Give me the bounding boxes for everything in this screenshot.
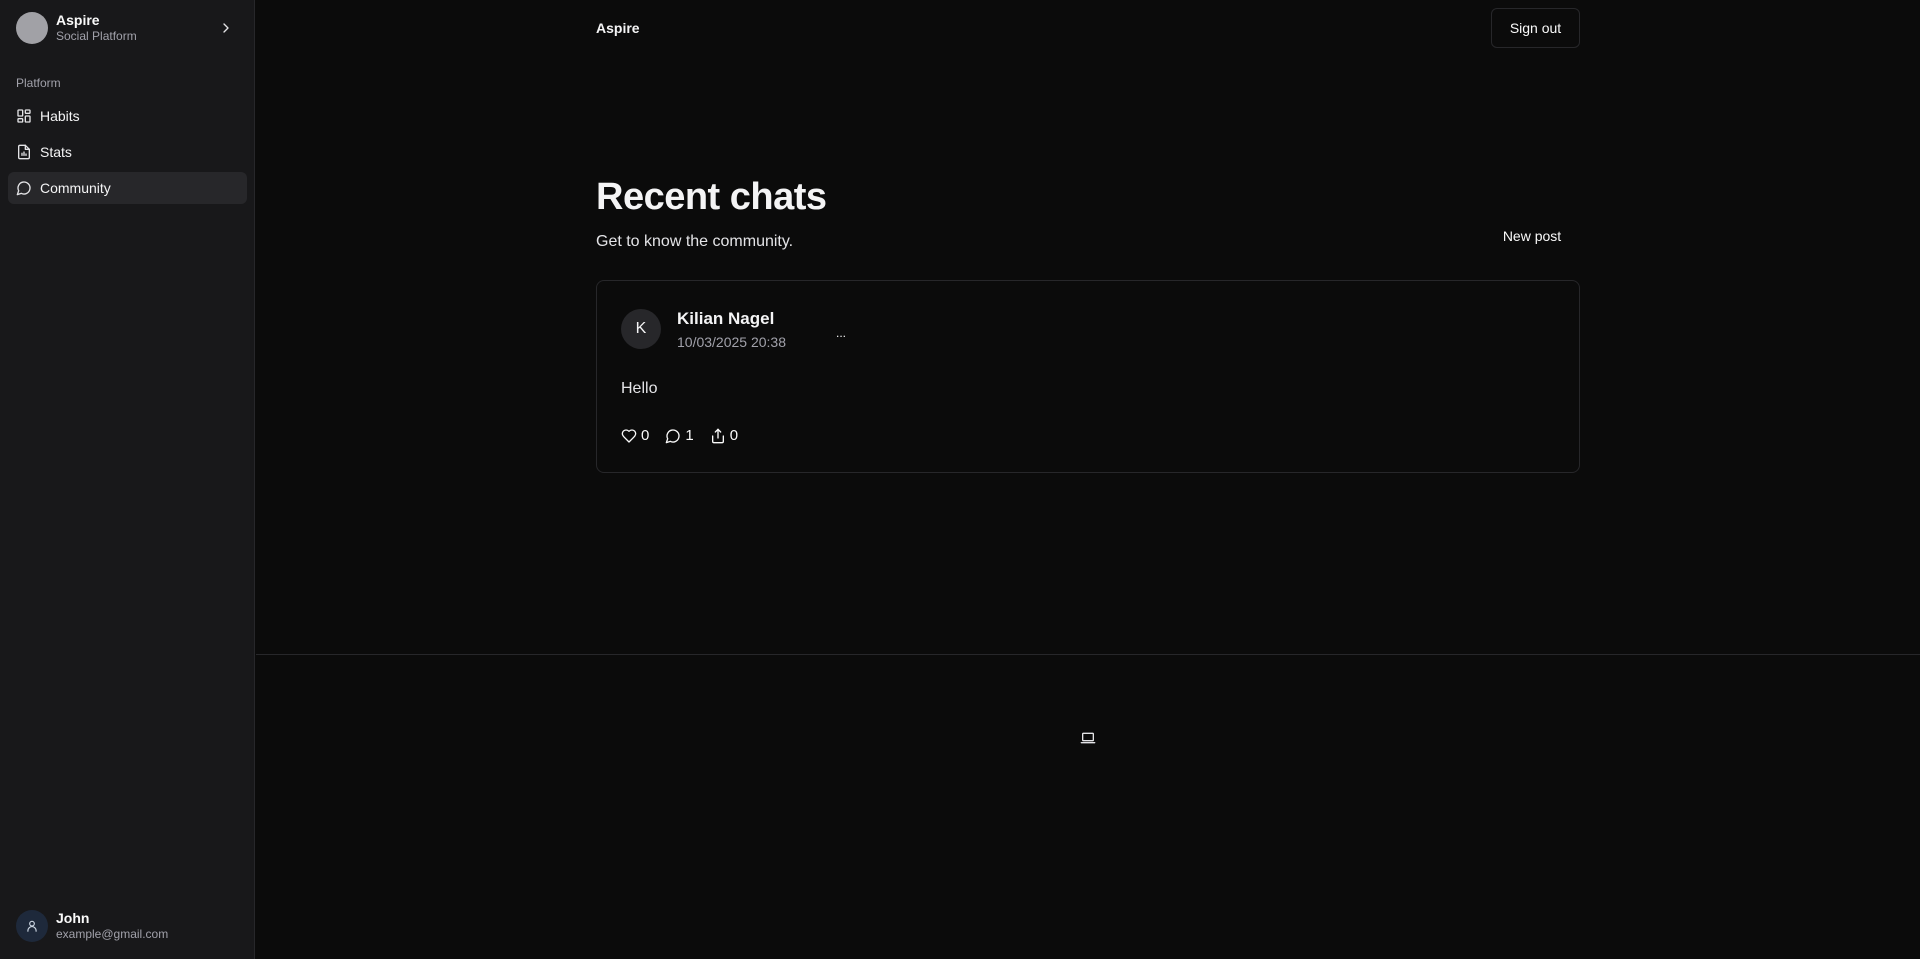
post-card: K Kilian Nagel 10/03/2025 20:38 ... Hell… xyxy=(596,280,1580,473)
message-circle-icon xyxy=(16,181,31,196)
heart-icon xyxy=(621,428,637,443)
sidebar-item-habits[interactable]: Habits xyxy=(8,100,247,132)
user-name: John xyxy=(56,910,90,926)
chevron-right-icon xyxy=(223,23,229,33)
message-circle-icon xyxy=(666,428,681,443)
sidebar-item-label: Habits xyxy=(40,108,80,124)
post-more-button[interactable]: ... xyxy=(831,325,851,341)
like-button[interactable]: 0 xyxy=(621,427,649,444)
brand-text: Aspire Social Platform xyxy=(56,12,137,44)
post-author: Kilian Nagel xyxy=(677,309,775,328)
sidebar-item-stats[interactable]: Stats xyxy=(8,136,247,168)
sidebar-nav: Habits Stats Community xyxy=(8,100,247,208)
share-icon xyxy=(711,428,724,443)
brand-switcher[interactable]: Aspire Social Platform xyxy=(16,11,240,45)
brand-avatar xyxy=(16,12,48,44)
sidebar-item-community[interactable]: Community xyxy=(8,172,247,204)
footer-divider xyxy=(256,654,1920,655)
sidebar-item-label: Community xyxy=(40,180,111,196)
file-chart-icon xyxy=(18,144,30,160)
user-icon xyxy=(27,920,37,932)
post-actions: 0 1 0 xyxy=(621,427,754,444)
page-title: Recent chats xyxy=(596,176,827,218)
avatar: K xyxy=(621,309,661,349)
avatar xyxy=(16,910,48,942)
brand-name: Aspire xyxy=(56,12,100,28)
user-text: John example@gmail.com xyxy=(56,910,168,942)
header-title: Aspire xyxy=(596,20,640,36)
user-email: example@gmail.com xyxy=(56,927,169,941)
share-count: 0 xyxy=(729,427,739,444)
new-post-button[interactable]: New post xyxy=(1490,224,1574,248)
sidebar-item-label: Stats xyxy=(40,144,72,160)
post-timestamp: 10/03/2025 20:38 xyxy=(677,334,786,350)
nav-group-label: Platform xyxy=(16,76,61,90)
comment-button[interactable]: 1 xyxy=(665,427,694,444)
like-count: 0 xyxy=(641,427,650,444)
layout-grid-icon xyxy=(17,109,31,123)
brand-subtitle: Social Platform xyxy=(56,29,137,43)
share-button[interactable]: 0 xyxy=(710,427,738,444)
comment-count: 1 xyxy=(685,427,694,444)
post-body: Hello xyxy=(621,380,658,397)
user-menu[interactable]: John example@gmail.com xyxy=(16,910,168,942)
page-subtitle: Get to know the community. xyxy=(596,233,794,250)
laptop-icon xyxy=(1080,732,1096,744)
sign-out-button[interactable]: Sign out xyxy=(1491,8,1580,48)
sidebar: Aspire Social Platform Platform Habits S… xyxy=(0,0,255,959)
